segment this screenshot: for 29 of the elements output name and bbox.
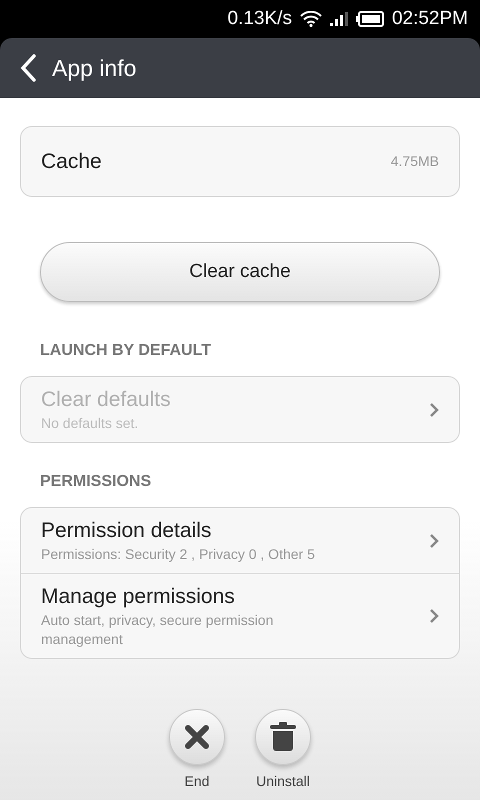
close-icon [184, 724, 210, 750]
settings-row[interactable]: Manage permissions Auto start, privacy, secure permission management [21, 573, 459, 658]
chevron-right-icon [429, 532, 439, 548]
row-subtitle: Auto start, privacy, secure permission management [41, 611, 274, 649]
cache-size: 4.75MB [390, 152, 439, 171]
trash-icon [269, 722, 297, 752]
row-title: Manage permissions [41, 584, 236, 610]
battery-icon [356, 11, 384, 27]
screen-title: App info [52, 54, 136, 83]
settings-row[interactable]: Permission details Permissions: Security 2 , Privacy 0 , Other 5 [21, 508, 459, 573]
cache-label: Cache [41, 148, 102, 175]
chevron-right-icon [429, 402, 439, 418]
row-subtitle: No defaults set. [41, 414, 140, 433]
clear-cache-button[interactable]: Clear cache [40, 242, 440, 302]
action-button[interactable] [169, 709, 225, 765]
network-speed: 0.13K/s [228, 6, 292, 31]
chevron-right-icon [429, 608, 439, 624]
action-label: Uninstall [256, 772, 310, 791]
action-button[interactable] [255, 709, 311, 765]
clock: 02:52PM [392, 6, 468, 31]
action-label: End [184, 772, 210, 791]
row-title: Clear defaults [41, 387, 172, 413]
row-title: Permission details [41, 518, 212, 544]
row-subtitle: Permissions: Security 2 , Privacy 0 , Other 5 [41, 545, 316, 564]
section-header: PERMISSIONS [39, 472, 152, 492]
back-icon [20, 54, 36, 82]
section-header: LAUNCH BY DEFAULT [39, 341, 212, 361]
wifi-icon [300, 11, 322, 27]
signal-icon [330, 12, 348, 26]
